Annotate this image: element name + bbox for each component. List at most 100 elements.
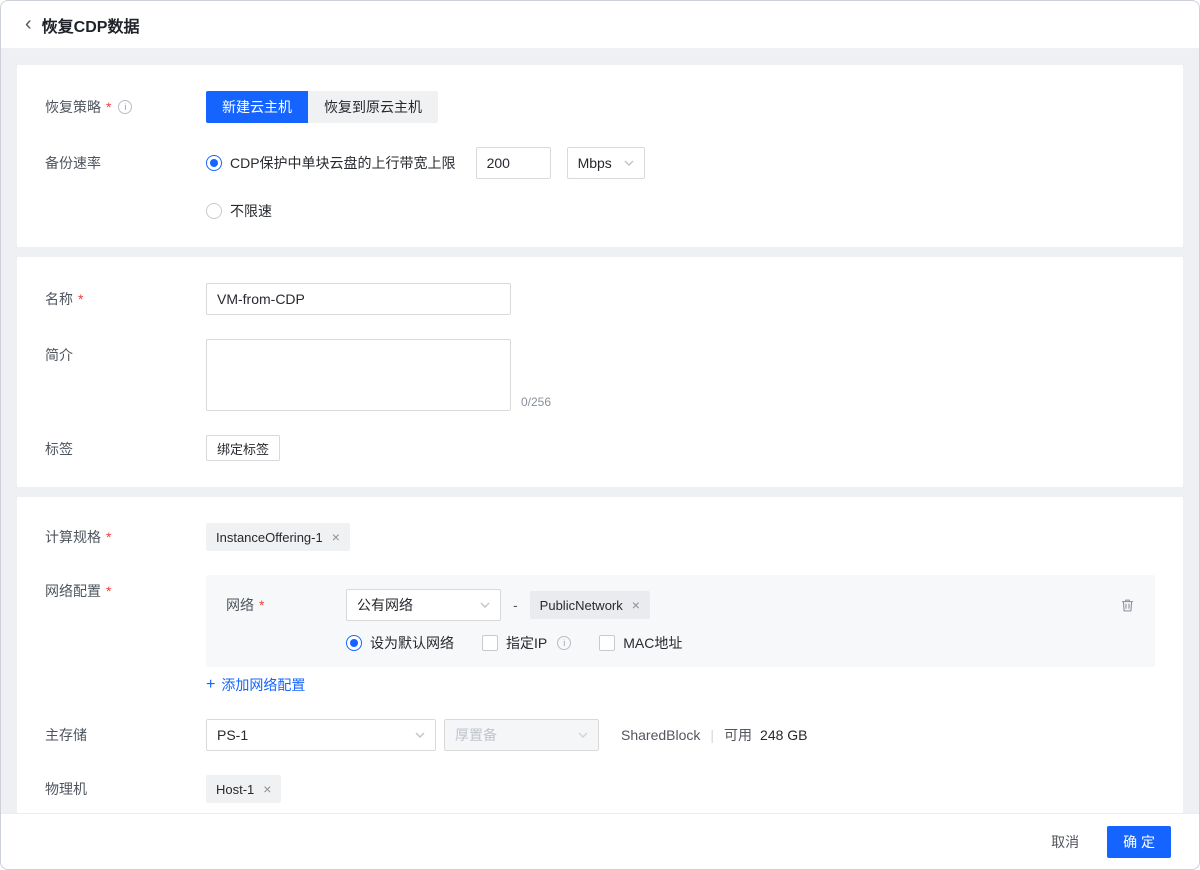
rate-row: 备份速率 CDP保护中单块云盘的上行带宽上限 Mbps xyxy=(45,147,1155,221)
storage-field: PS-1 厚置备 SharedBlock | 可用 xyxy=(206,719,1155,751)
tag-label-group: 标签 xyxy=(45,435,206,459)
chevron-down-icon xyxy=(624,160,634,166)
mac-checkbox[interactable] xyxy=(599,635,615,651)
config-card: 计算规格 * InstanceOffering-1 × 网络配置 * xyxy=(17,497,1183,813)
page-header: ‹ 恢复CDP数据 xyxy=(1,1,1199,49)
strategy-label-group: 恢复策略 * i xyxy=(45,91,206,117)
dash-separator: - xyxy=(513,597,518,613)
storage-info: SharedBlock | 可用 248 GB xyxy=(621,725,808,745)
rate-limited-radio[interactable] xyxy=(206,155,222,171)
host-field: Host-1 × xyxy=(206,775,1155,803)
default-network-label: 设为默认网络 xyxy=(370,633,454,653)
rate-label-group: 备份速率 xyxy=(45,147,206,173)
host-label-group: 物理机 xyxy=(45,775,206,799)
plus-icon: + xyxy=(206,677,215,693)
offering-tag: InstanceOffering-1 × xyxy=(206,523,350,551)
name-input[interactable] xyxy=(206,283,511,315)
rate-field: CDP保护中单块云盘的上行带宽上限 Mbps 不限速 xyxy=(206,147,1155,221)
page-body: 恢复策略 * i 新建云主机 恢复到原云主机 备份速率 xyxy=(1,49,1199,813)
offering-row: 计算规格 * InstanceOffering-1 × xyxy=(45,523,1155,551)
primary-storage-select[interactable]: PS-1 xyxy=(206,719,436,751)
info-icon[interactable]: i xyxy=(118,100,132,114)
back-icon[interactable]: ‹ xyxy=(25,14,32,34)
rate-unit-value: Mbps xyxy=(578,155,612,171)
close-icon[interactable]: × xyxy=(332,530,340,544)
network-select[interactable]: 公有网络 xyxy=(346,589,501,621)
network-select-value: 公有网络 xyxy=(357,595,413,615)
rate-unit-select[interactable]: Mbps xyxy=(567,147,645,179)
page-title: 恢复CDP数据 xyxy=(42,13,140,37)
storage-label: 主存储 xyxy=(45,725,87,745)
rate-unlimited-label: 不限速 xyxy=(230,201,272,221)
tag-row: 标签 绑定标签 xyxy=(45,435,1155,461)
trash-icon[interactable] xyxy=(1120,598,1135,613)
network-config-label-group: 网络配置 * xyxy=(45,575,206,601)
cancel-button[interactable]: 取消 xyxy=(1051,832,1079,852)
required-mark: * xyxy=(106,583,111,599)
strategy-original-vm-button[interactable]: 恢复到原云主机 xyxy=(308,91,438,123)
required-mark: * xyxy=(106,99,111,115)
network-config-field: 网络 * 公有网络 - PublicNetwork xyxy=(206,575,1155,695)
basic-info-card: 名称 * 简介 0/256 标签 xyxy=(17,257,1183,487)
add-network-link[interactable]: + 添加网络配置 xyxy=(206,675,305,695)
host-tag-label: Host-1 xyxy=(216,782,254,797)
network-config-label: 网络配置 xyxy=(45,581,101,601)
network-tag-label: PublicNetwork xyxy=(540,598,623,613)
available-label: 可用 xyxy=(724,725,752,745)
assign-ip-checkbox[interactable] xyxy=(482,635,498,651)
mac-label: MAC地址 xyxy=(623,633,682,653)
rate-unlimited-option: 不限速 xyxy=(206,201,272,221)
strategy-field: 新建云主机 恢复到原云主机 xyxy=(206,91,1155,123)
info-icon[interactable]: i xyxy=(557,636,571,650)
host-row: 物理机 Host-1 × xyxy=(45,775,1155,803)
description-field: 0/256 xyxy=(206,339,1155,411)
chevron-down-icon xyxy=(480,602,490,608)
host-label: 物理机 xyxy=(45,779,87,799)
strategy-label: 恢复策略 xyxy=(45,97,101,117)
rate-label: 备份速率 xyxy=(45,153,101,173)
network-panel: 网络 * 公有网络 - PublicNetwork xyxy=(206,575,1155,667)
chevron-down-icon xyxy=(578,732,588,738)
tag-field: 绑定标签 xyxy=(206,435,1155,461)
offering-label: 计算规格 xyxy=(45,527,101,547)
rate-limited-option: CDP保护中单块云盘的上行带宽上限 Mbps xyxy=(206,147,645,179)
tag-label: 标签 xyxy=(45,439,73,459)
default-network-option: 设为默认网络 xyxy=(346,633,454,653)
strategy-new-vm-button[interactable]: 新建云主机 xyxy=(206,91,308,123)
network-select-line: 网络 * 公有网络 - PublicNetwork xyxy=(226,589,1135,621)
name-label: 名称 xyxy=(45,289,73,309)
strategy-row: 恢复策略 * i 新建云主机 恢复到原云主机 xyxy=(45,91,1155,123)
name-label-group: 名称 * xyxy=(45,283,206,309)
storage-type: SharedBlock xyxy=(621,727,700,743)
chevron-down-icon xyxy=(415,732,425,738)
rate-value-input[interactable] xyxy=(476,147,551,179)
rate-limited-label: CDP保护中单块云盘的上行带宽上限 xyxy=(230,153,456,173)
close-icon[interactable]: × xyxy=(632,598,640,612)
primary-storage-value: PS-1 xyxy=(217,727,248,743)
network-label: 网络 xyxy=(226,595,254,615)
network-label-group: 网络 * xyxy=(226,595,346,615)
available-value: 248 GB xyxy=(760,727,807,743)
add-network-label: 添加网络配置 xyxy=(221,675,305,695)
default-network-radio[interactable] xyxy=(346,635,362,651)
offering-label-group: 计算规格 * xyxy=(45,523,206,547)
network-tag: PublicNetwork × xyxy=(530,591,650,619)
required-mark: * xyxy=(106,529,111,545)
close-icon[interactable]: × xyxy=(263,782,271,796)
storage-row: 主存储 PS-1 厚置备 xyxy=(45,719,1155,751)
char-counter: 0/256 xyxy=(521,395,551,411)
bind-tag-button[interactable]: 绑定标签 xyxy=(206,435,280,461)
storage-label-group: 主存储 xyxy=(45,719,206,745)
offering-field: InstanceOffering-1 × xyxy=(206,523,1155,551)
rate-unlimited-radio[interactable] xyxy=(206,203,222,219)
mac-option: MAC地址 xyxy=(599,633,682,653)
host-tag: Host-1 × xyxy=(206,775,281,803)
description-textarea[interactable] xyxy=(206,339,511,411)
strategy-segmented: 新建云主机 恢复到原云主机 xyxy=(206,91,438,123)
divider: | xyxy=(710,727,714,743)
network-config-row: 网络配置 * 网络 * 公有网络 xyxy=(45,575,1155,695)
provision-select: 厚置备 xyxy=(444,719,599,751)
assign-ip-label: 指定IP xyxy=(506,633,547,653)
name-field xyxy=(206,283,1155,315)
confirm-button[interactable]: 确 定 xyxy=(1107,826,1171,858)
